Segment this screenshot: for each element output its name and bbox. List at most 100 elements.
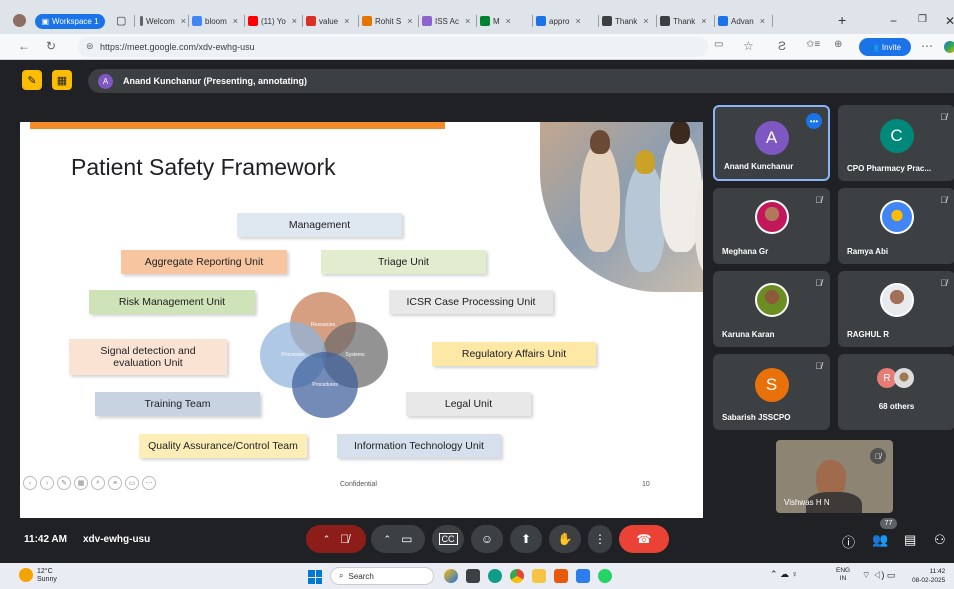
- site-info-icon[interactable]: ⊜: [86, 41, 94, 52]
- close-tab-icon[interactable]: ×: [292, 16, 297, 26]
- participant-tile[interactable]: ••• A Anand Kunchanur: [713, 105, 830, 181]
- present-button[interactable]: ⬆: [510, 525, 542, 553]
- cast-icon[interactable]: ▭: [714, 39, 723, 50]
- tab-favicon-icon: [718, 16, 728, 26]
- chat-icon[interactable]: ▤: [904, 532, 916, 548]
- browser-tab[interactable]: M ×: [480, 13, 530, 29]
- more-menu-icon[interactable]: ⋯: [921, 39, 933, 53]
- chrome-app-icon[interactable]: [510, 569, 524, 583]
- close-tab-icon[interactable]: ×: [181, 16, 186, 26]
- camera-icon[interactable]: ▭: [125, 476, 139, 490]
- camera-toggle-button[interactable]: ⌃ ▭: [371, 525, 425, 553]
- participant-tile[interactable]: 🎙̸ Meghana Gr: [713, 188, 830, 264]
- captions-button[interactable]: CC: [432, 525, 464, 553]
- mic-off-icon: 🎙̸: [815, 361, 822, 371]
- system-tray-icons[interactable]: ⌃ ☁ ♀: [770, 569, 798, 580]
- collections-icon[interactable]: ⊕: [834, 39, 842, 50]
- profile-avatar[interactable]: [13, 14, 26, 27]
- close-tab-icon[interactable]: ×: [407, 16, 412, 26]
- restore-button[interactable]: ❐: [918, 14, 927, 25]
- close-tab-icon[interactable]: ×: [344, 16, 349, 26]
- whatsapp-app-icon[interactable]: [598, 569, 612, 583]
- presenter-label: Anand Kunchanur (Presenting, annotating): [123, 76, 307, 86]
- browser-tab[interactable]: Thank ×: [660, 13, 712, 29]
- browser-tab[interactable]: Rohit S ×: [362, 13, 416, 29]
- new-tab-button[interactable]: +: [838, 12, 846, 28]
- box-signal-detection: Signal detection and evaluation Unit: [69, 339, 227, 375]
- participant-tile[interactable]: 🎙̸ Ramya Abi: [838, 188, 954, 264]
- browser-tab[interactable]: Thank ×: [602, 13, 654, 29]
- next-slide-icon[interactable]: ›: [40, 476, 54, 490]
- reload-icon[interactable]: ↻: [46, 39, 56, 53]
- chevron-up-icon[interactable]: ⌃: [384, 534, 392, 545]
- favorites-icon[interactable]: ✩≡: [806, 39, 820, 50]
- raise-hand-button[interactable]: ✋: [549, 525, 581, 553]
- extension-icon[interactable]: Ƨ: [778, 39, 786, 53]
- back-icon[interactable]: ←: [18, 39, 30, 53]
- venn-procedures: Procedures: [292, 352, 358, 418]
- participant-name: RAGHUL R: [847, 330, 890, 339]
- bookmark-star-icon[interactable]: ☆: [743, 39, 754, 53]
- copilot-app-icon[interactable]: [444, 569, 458, 583]
- photos-app-icon[interactable]: [576, 569, 590, 583]
- chevron-up-icon[interactable]: ⌃: [323, 534, 331, 545]
- meeting-details-icon[interactable]: ⓘ: [842, 532, 855, 551]
- close-tab-icon[interactable]: ×: [701, 16, 706, 26]
- browser-tab[interactable]: Advan ×: [718, 13, 770, 29]
- pen-icon[interactable]: ✎: [57, 476, 71, 490]
- weather-widget[interactable]: 12°C Sunny: [37, 568, 57, 584]
- copilot-icon[interactable]: [944, 41, 954, 53]
- close-tab-icon[interactable]: ×: [760, 16, 765, 26]
- mic-off-icon: 🎙̸: [815, 278, 822, 288]
- zoom-icon[interactable]: ⌕: [91, 476, 105, 490]
- participant-tile[interactable]: 🎙̸ RAGHUL R: [838, 271, 954, 347]
- office-app-icon[interactable]: [554, 569, 568, 583]
- close-tab-icon[interactable]: ×: [233, 16, 238, 26]
- participant-tile[interactable]: 🎙̸ C CPO Pharmacy Prac...: [838, 105, 954, 181]
- browser-tab[interactable]: value ×: [306, 13, 356, 29]
- participant-tile[interactable]: 🎙̸ Karuna Karan: [713, 271, 830, 347]
- tab-actions-icon[interactable]: ▢: [116, 14, 126, 27]
- activities-icon[interactable]: ⚇: [934, 532, 946, 548]
- minimize-button[interactable]: −: [890, 14, 897, 28]
- browser-tab[interactable]: bloom ×: [192, 13, 242, 29]
- windows-start-icon[interactable]: [308, 570, 322, 584]
- close-tab-icon[interactable]: ×: [506, 16, 511, 26]
- prev-slide-icon[interactable]: ‹: [23, 476, 37, 490]
- explorer-app-icon[interactable]: [532, 569, 546, 583]
- taskbar-clock[interactable]: 11:42 08-02-2025: [912, 567, 945, 585]
- more-options-icon[interactable]: •••: [806, 113, 822, 129]
- network-volume-battery-icons[interactable]: ⌔ ◁) ▭: [862, 570, 895, 581]
- browser-tab[interactable]: (11) Yo ×: [248, 13, 300, 29]
- taskbar-search[interactable]: ⌕ Search: [330, 567, 434, 585]
- close-tab-icon[interactable]: ×: [643, 16, 648, 26]
- participant-tile[interactable]: 🎙̸ S Sabarish JSSCPO: [713, 354, 830, 430]
- more-options-icon[interactable]: ⋯: [142, 476, 156, 490]
- edge-app-icon[interactable]: [488, 569, 502, 583]
- browser-tab[interactable]: ISS Ac ×: [422, 13, 474, 29]
- browser-tab[interactable]: Welcom ×: [140, 13, 186, 29]
- emoji-button[interactable]: ☺: [471, 525, 503, 553]
- language-indicator[interactable]: ENG IN: [836, 567, 850, 583]
- close-tab-icon[interactable]: ×: [465, 16, 470, 26]
- subtitles-icon[interactable]: ≡: [108, 476, 122, 490]
- url-field[interactable]: ⊜ https://meet.google.com/xdv-ewhg-usu: [78, 37, 708, 57]
- leave-call-button[interactable]: ☎: [619, 525, 669, 553]
- weather-sun-icon[interactable]: [19, 568, 33, 582]
- pin-presentation-icon[interactable]: ▦: [52, 70, 72, 90]
- task-view-icon[interactable]: [466, 569, 480, 583]
- close-window-button[interactable]: ✕: [945, 14, 954, 28]
- more-options-button[interactable]: ⋮: [588, 525, 612, 553]
- box-aggregate-reporting: Aggregate Reporting Unit: [121, 250, 287, 274]
- self-view-tile[interactable]: 🎙̸ Vishwas H N: [776, 440, 893, 513]
- close-tab-icon[interactable]: ×: [575, 16, 580, 26]
- invite-button[interactable]: 👥 Invite: [859, 38, 911, 56]
- mic-toggle-button[interactable]: ⌃ 🎙̸: [306, 525, 366, 553]
- people-icon[interactable]: 👥: [872, 532, 888, 548]
- tab-favicon-icon: [192, 16, 202, 26]
- workspace-button[interactable]: ▣ Workspace 1: [35, 14, 105, 29]
- browser-tab[interactable]: appro ×: [536, 13, 596, 29]
- annotation-toggle-icon[interactable]: ✎: [22, 70, 42, 90]
- slides-grid-icon[interactable]: ▦: [74, 476, 88, 490]
- others-tile[interactable]: R 68 others: [838, 354, 954, 430]
